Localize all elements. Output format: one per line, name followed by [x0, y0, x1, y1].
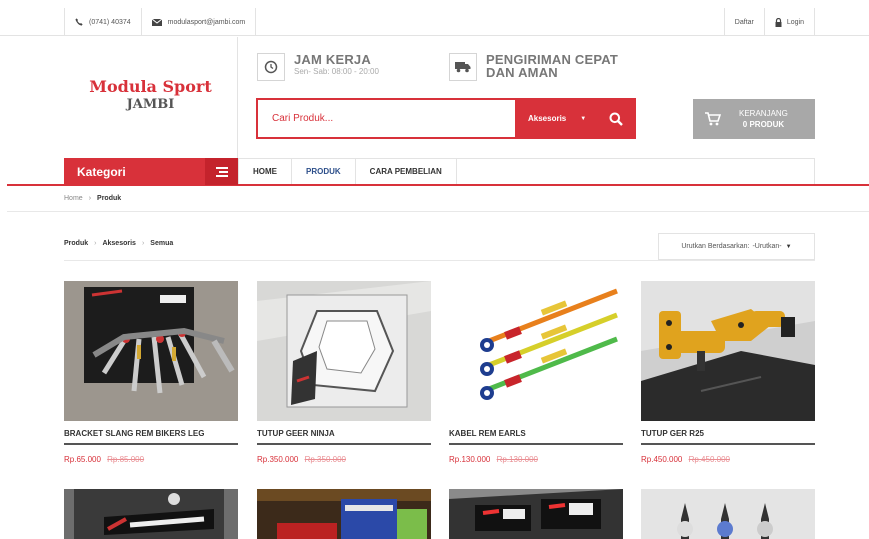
- phone-number: (0741) 40374: [89, 18, 131, 26]
- product-price: Rp.130.000 Rp.130.000: [449, 455, 623, 464]
- sort-value: -Urutkan-: [752, 243, 782, 250]
- search-category-value: Aksesoris: [528, 114, 567, 123]
- product-price: Rp.450.000 Rp.450.000: [641, 455, 815, 464]
- hamburger-icon: [205, 158, 238, 185]
- product-image[interactable]: [641, 489, 815, 539]
- sort-label: Urutkan Berdasarkan:: [681, 243, 750, 250]
- email-contact[interactable]: modulasport@jambi.com: [140, 8, 257, 36]
- divider: [7, 211, 869, 212]
- product-title[interactable]: BRACKET SLANG REM BIKERS LEG: [64, 429, 238, 445]
- current-price: Rp.65.000: [64, 455, 101, 464]
- top-bar: (0741) 40374 modulasport@jambi.com Dafta…: [0, 0, 869, 36]
- product-image[interactable]: [64, 489, 238, 539]
- logo-line-2: JAMBI: [126, 97, 175, 112]
- current-price: Rp.450.000: [641, 455, 683, 464]
- logo-line-1: Modula Sport: [89, 77, 212, 96]
- product-price: Rp.65.000 Rp.85.000: [64, 455, 238, 464]
- login-label: Login: [786, 18, 804, 26]
- category-menu-button[interactable]: Kategori: [64, 158, 238, 185]
- sort-select[interactable]: Urutkan Berdasarkan: -Urutkan- ▼: [658, 233, 815, 260]
- product-image[interactable]: [257, 489, 431, 539]
- current-price: Rp.350.000: [257, 455, 299, 464]
- register-link[interactable]: Daftar: [723, 8, 764, 36]
- product-image[interactable]: [449, 489, 623, 539]
- menu-produk[interactable]: PRODUK: [292, 159, 356, 184]
- shipping-title-2: DAN AMAN: [486, 65, 558, 80]
- product-title[interactable]: KABEL REM EARLS: [449, 429, 623, 445]
- hours-title: JAM KERJA: [294, 52, 371, 67]
- search-bar: Cari Produk... Aksesoris ▼: [256, 98, 636, 139]
- search-input[interactable]: Cari Produk...: [272, 113, 333, 124]
- product-price: Rp.350.000 Rp.350.000: [257, 455, 431, 464]
- product-image[interactable]: [64, 281, 238, 421]
- login-link[interactable]: Login: [763, 8, 815, 36]
- old-price: Rp.85.000: [107, 455, 145, 464]
- product-title[interactable]: TUTUP GER R25: [641, 429, 815, 445]
- product-card[interactable]: TUTUP GER R25 Rp.450.000 Rp.450.000: [641, 281, 815, 464]
- shipping-info: PENGIRIMAN CEPAT DAN AMAN: [449, 53, 618, 81]
- cart-icon: [693, 112, 733, 126]
- envelope-icon: [151, 18, 162, 26]
- current-price: Rp.130.000: [449, 455, 491, 464]
- search-category-select[interactable]: Aksesoris ▼: [515, 100, 598, 137]
- search-icon: [609, 112, 623, 126]
- register-label: Daftar: [734, 18, 754, 26]
- email-address: modulasport@jambi.com: [167, 18, 246, 26]
- product-card[interactable]: BRACKET SLANG REM BIKERS LEG Rp.65.000 R…: [64, 281, 238, 464]
- hours-subtitle: Sen- Sab: 08:00 - 20:00: [294, 67, 379, 76]
- cart-label: KERANJANG: [739, 109, 788, 118]
- chevron-right-icon: ›: [141, 240, 145, 247]
- product-image[interactable]: [641, 281, 815, 421]
- category-path: Produk › Aksesoris › Semua: [64, 240, 173, 247]
- product-card[interactable]: KABEL REM EARLS Rp.130.000 Rp.130.000: [449, 281, 623, 464]
- menu-home[interactable]: HOME: [239, 159, 292, 184]
- category-label: Kategori: [77, 164, 126, 179]
- path-aksesoris[interactable]: Aksesoris: [102, 240, 135, 247]
- main-menu: HOME PRODUK CARA PEMBELIAN: [238, 158, 815, 184]
- path-produk[interactable]: Produk: [64, 240, 88, 247]
- product-title[interactable]: TUTUP GEER NINJA: [257, 429, 431, 445]
- auth-links: Daftar Login: [723, 8, 815, 36]
- menu-cara-pembelian[interactable]: CARA PEMBELIAN: [356, 159, 457, 184]
- clock-icon: [257, 53, 285, 81]
- phone-contact[interactable]: (0741) 40374: [64, 8, 141, 36]
- product-image[interactable]: [449, 281, 623, 421]
- caret-down-icon: ▼: [785, 243, 792, 250]
- old-price: Rp.450.000: [688, 455, 730, 464]
- chevron-right-icon: ›: [88, 195, 92, 202]
- search-button[interactable]: [598, 100, 634, 137]
- working-hours-info: JAM KERJA Sen- Sab: 08:00 - 20:00: [257, 53, 379, 81]
- breadcrumb-home[interactable]: Home: [64, 195, 83, 202]
- phone-icon: [75, 18, 83, 26]
- chevron-right-icon: ›: [94, 240, 97, 247]
- caret-down-icon: ▼: [580, 115, 587, 122]
- lock-icon: [775, 17, 782, 27]
- divider: [64, 260, 815, 261]
- path-semua: Semua: [150, 240, 174, 247]
- product-image[interactable]: [257, 281, 431, 421]
- old-price: Rp.350.000: [304, 455, 346, 464]
- truck-icon: [449, 53, 477, 81]
- cart-count: 0 PRODUK: [742, 120, 785, 129]
- contact-info: (0741) 40374 modulasport@jambi.com: [64, 8, 257, 36]
- breadcrumb-current: Produk: [97, 195, 122, 202]
- product-card[interactable]: TUTUP GEER NINJA Rp.350.000 Rp.350.000: [257, 281, 431, 464]
- old-price: Rp.130.000: [496, 455, 538, 464]
- cart-button[interactable]: KERANJANG 0 PRODUK: [693, 99, 815, 139]
- breadcrumb: Home › Produk: [64, 195, 121, 202]
- site-logo[interactable]: Modula Sport JAMBI: [64, 37, 238, 158]
